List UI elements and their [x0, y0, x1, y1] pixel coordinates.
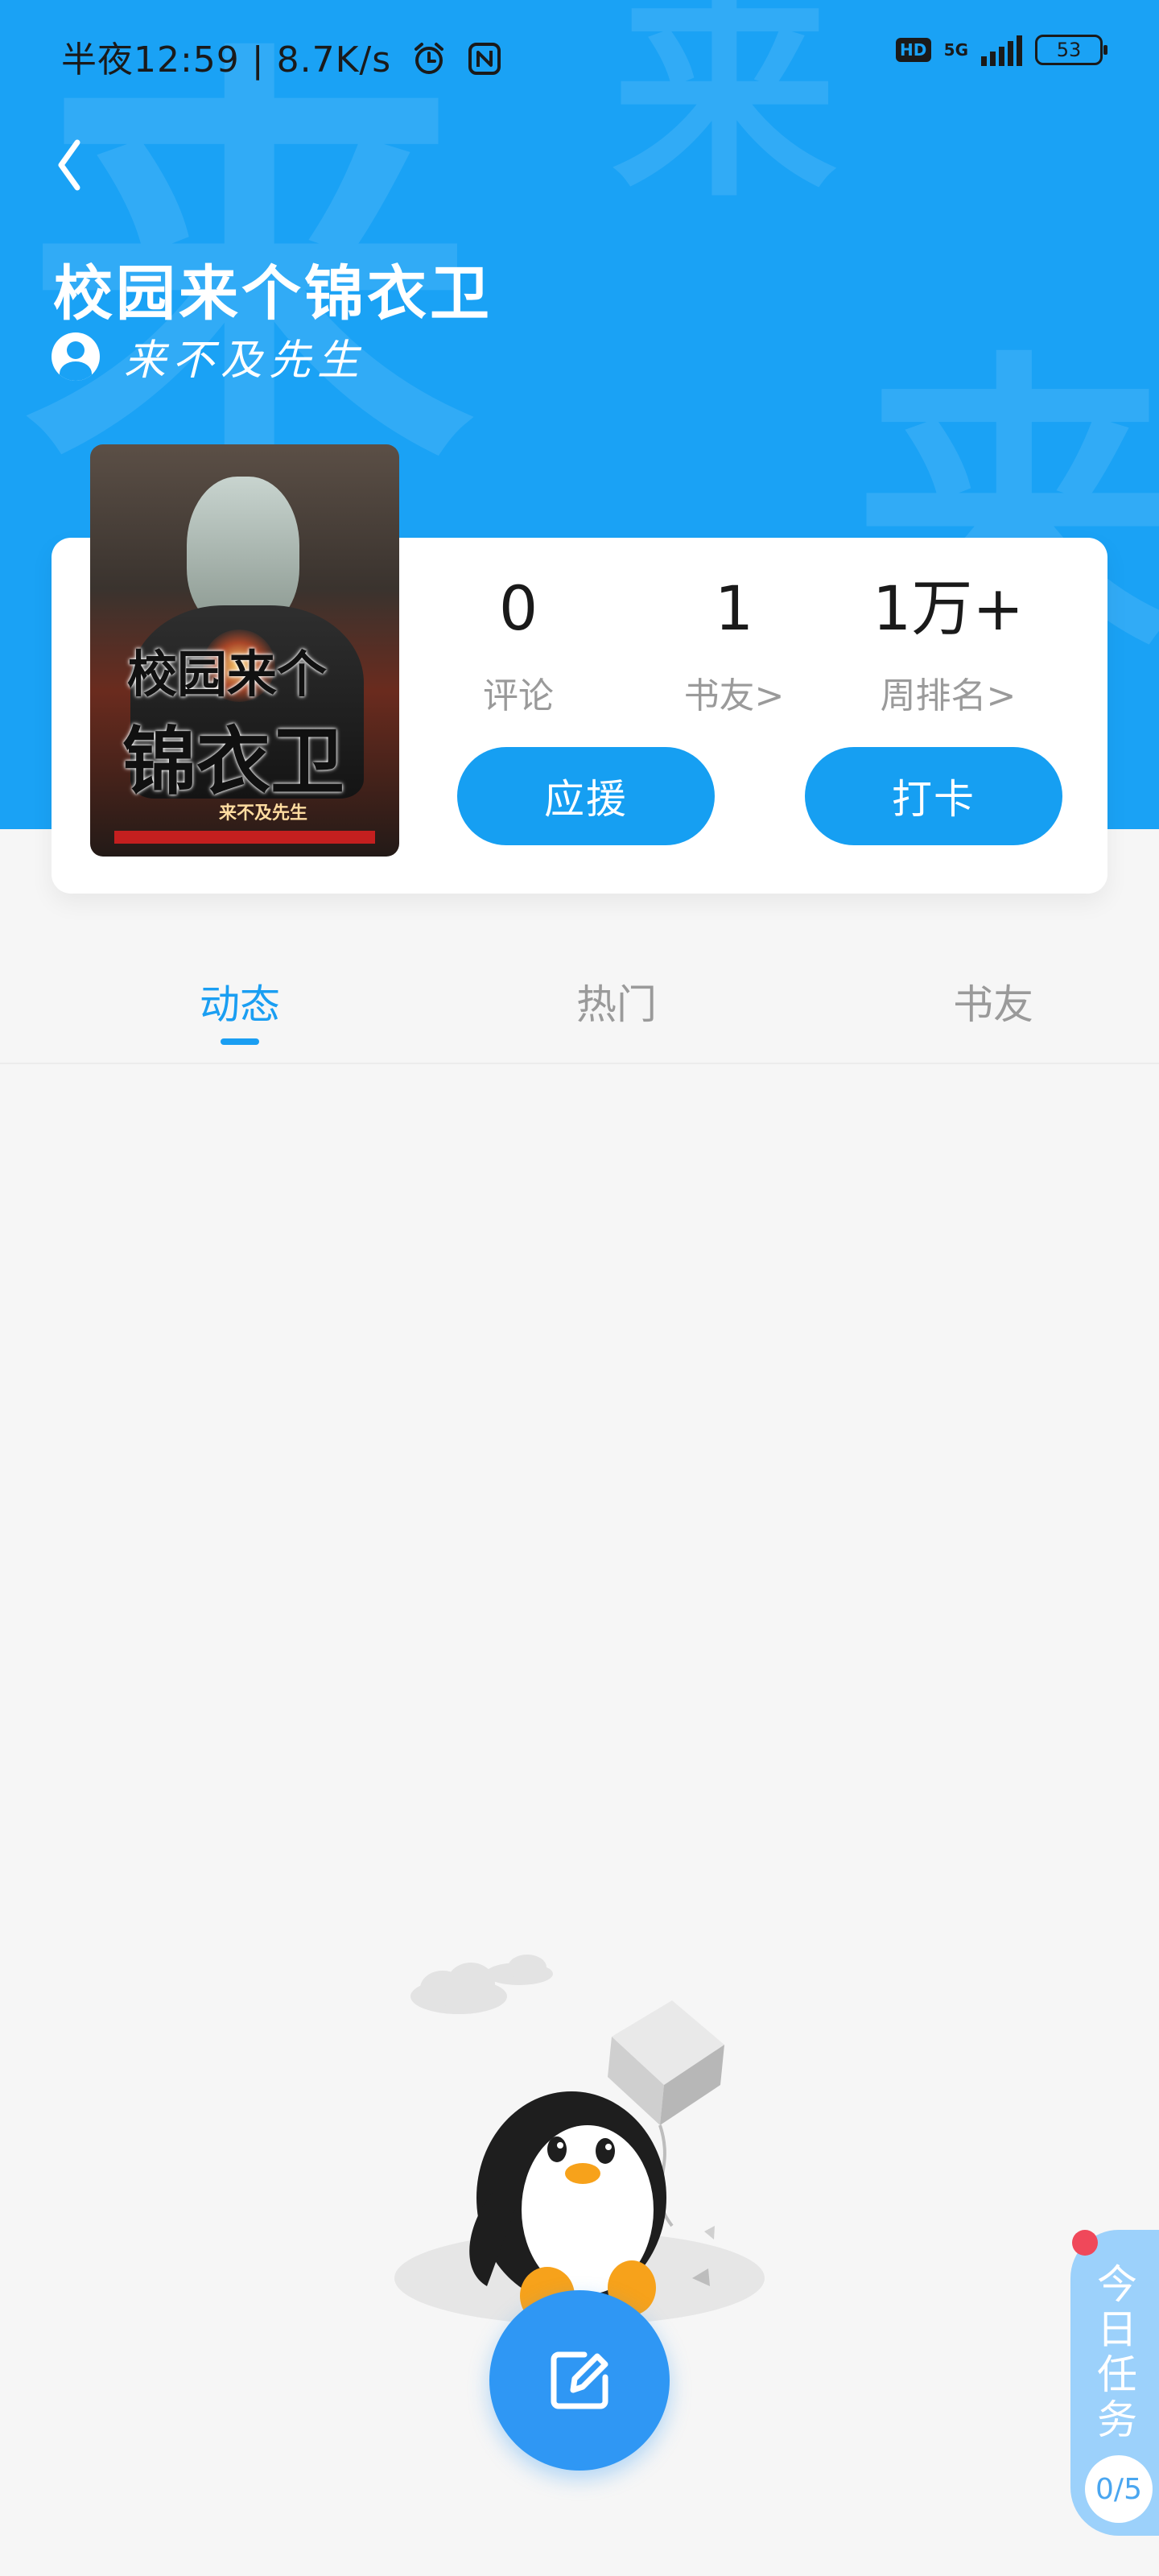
hd-badge: HD	[895, 38, 931, 62]
screen: { "status_bar": { "time_text": "半夜12:59 …	[0, 0, 1159, 2576]
author-avatar-icon	[52, 332, 100, 381]
stat-friends-label: 书友>	[683, 675, 785, 716]
network-label: 5G	[943, 40, 968, 60]
tab-feed[interactable]: 动态	[159, 972, 320, 1030]
daily-task-widget[interactable]: 今日任务 0/5	[1070, 2230, 1159, 2536]
cover-band	[114, 831, 375, 844]
stat-comments-label: 评论	[483, 675, 554, 716]
daily-task-label: 今日任务	[1097, 2261, 1137, 2443]
penguin-illustration	[394, 1955, 765, 2325]
daily-task-progress: 0/5	[1085, 2455, 1153, 2523]
cover-title-line2: 锦衣卫	[122, 718, 345, 805]
cover-title-line1: 校园来个	[127, 645, 328, 704]
stat-comments-value: 0	[498, 572, 538, 644]
stat-friends[interactable]: 1 书友>	[645, 568, 823, 718]
alarm-icon	[415, 43, 444, 74]
stat-friends-value: 1	[714, 572, 754, 644]
empty-state-illustration	[386, 1932, 773, 2351]
back-button[interactable]	[50, 133, 90, 197]
status-bar: 半夜12:59 | 8.7K/s HD 5G 53	[0, 0, 1159, 105]
battery-level: 53	[1056, 39, 1082, 61]
stat-rank[interactable]: 1万+ 周排名>	[860, 568, 1037, 718]
stat-rank-label: 周排名>	[880, 675, 1017, 716]
signal-icon	[981, 34, 1022, 66]
support-button[interactable]: 应援	[457, 747, 715, 845]
stat-comments[interactable]: 0 评论	[430, 568, 607, 718]
edit-icon	[551, 2351, 608, 2409]
status-right: HD 5G 53	[895, 34, 1107, 66]
tab-hot[interactable]: 热门	[536, 972, 697, 1030]
compose-button[interactable]	[489, 2290, 670, 2471]
author-name: 来不及先生	[124, 336, 366, 385]
nfc-icon	[468, 43, 501, 75]
status-time: 半夜12:59 | 8.7K/s	[61, 31, 502, 82]
stat-rank-value: 1万+	[872, 572, 1025, 644]
checkin-button[interactable]: 打卡	[805, 747, 1062, 845]
chevron-left-icon	[58, 139, 80, 191]
battery-icon: 53	[1035, 35, 1107, 65]
book-title: 校园来个锦衣卫	[53, 259, 493, 328]
tab-bar: 动态 热门 书友	[0, 940, 1159, 1064]
author-row[interactable]: 来不及先生	[52, 326, 365, 386]
book-cover[interactable]: 校园来个 锦衣卫 来不及先生	[90, 444, 399, 857]
notification-dot	[1072, 2230, 1098, 2256]
cover-author: 来不及先生	[219, 803, 308, 824]
status-time-text: 半夜12:59 | 8.7K/s	[61, 39, 392, 80]
tab-friends[interactable]: 书友	[913, 972, 1074, 1030]
tab-active-indicator	[221, 1038, 259, 1045]
